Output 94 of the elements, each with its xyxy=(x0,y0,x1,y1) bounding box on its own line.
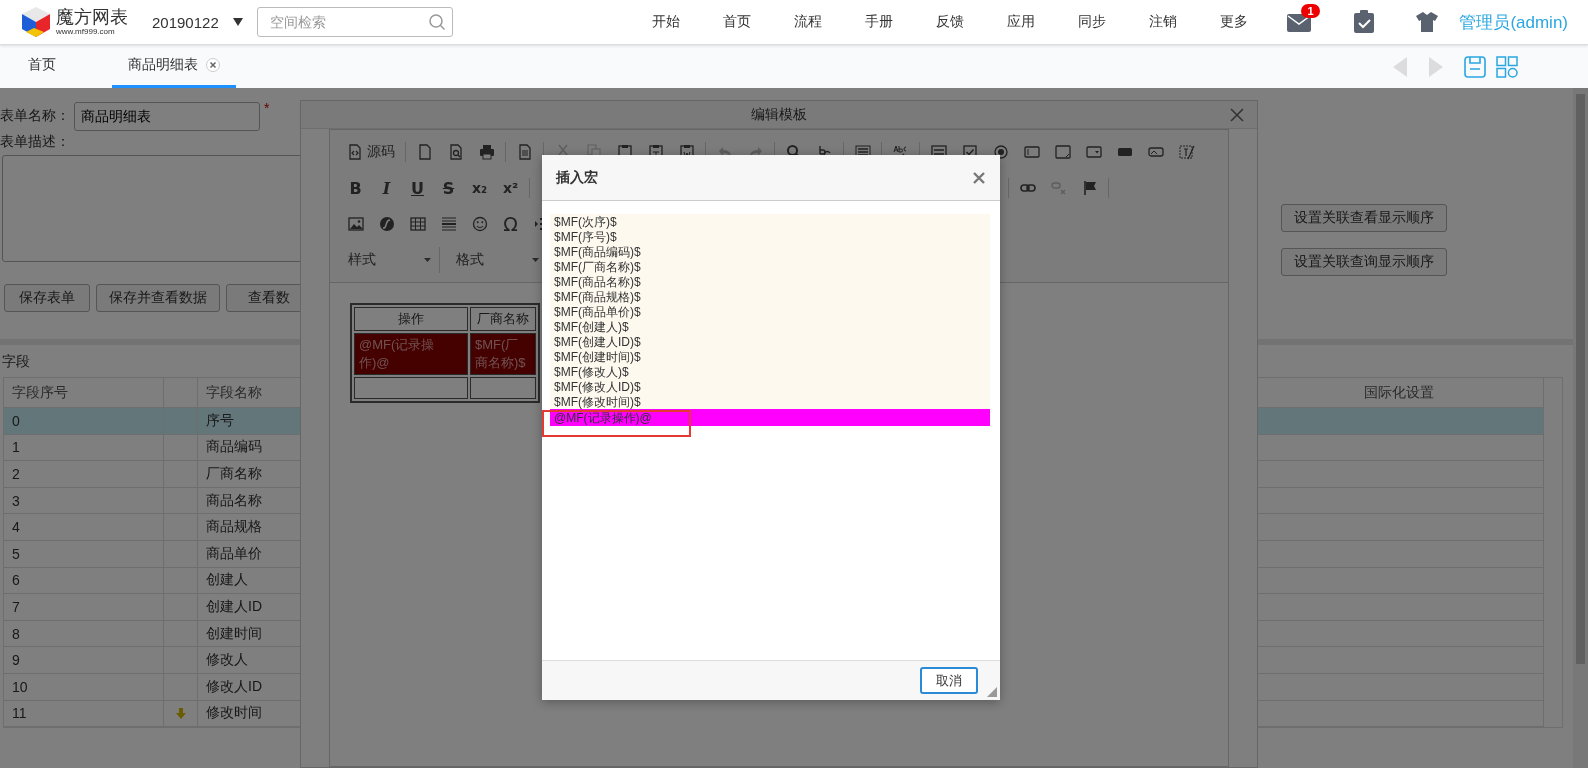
order-button[interactable]: 设置关联查看显示顺序 xyxy=(1281,204,1447,232)
mail-icon[interactable] xyxy=(1287,13,1312,33)
search-input[interactable]: 空间检索 xyxy=(267,13,446,31)
close-icon[interactable] xyxy=(1229,107,1245,123)
order-button[interactable]: 设置关联查询显示顺序 xyxy=(1281,248,1447,276)
table-cell: 0 xyxy=(4,408,164,435)
underline-button[interactable]: U xyxy=(402,175,433,201)
dialog-title: 编辑模板 xyxy=(751,105,807,124)
italic-button[interactable]: I xyxy=(371,175,402,201)
table-cell: 9 xyxy=(4,647,164,674)
special-character-button[interactable]: Ω xyxy=(495,211,526,237)
shirt-icon[interactable] xyxy=(1415,11,1440,33)
tab[interactable]: 首页 xyxy=(12,45,72,88)
image-button-icon[interactable] xyxy=(1147,144,1164,160)
page-search-icon[interactable] xyxy=(447,144,464,160)
smiley-icon[interactable] xyxy=(471,216,488,232)
table-cell: 6 xyxy=(4,567,164,595)
macro-item[interactable]: $MF(序号)$ xyxy=(550,229,990,244)
macro-item[interactable]: $MF(修改人)$ xyxy=(550,364,990,379)
form-name-label: 表单名称： xyxy=(0,107,70,125)
nav-link[interactable]: 首页 xyxy=(701,13,773,31)
notification-badge: 1 xyxy=(1301,4,1320,18)
blank-page-icon[interactable] xyxy=(416,144,433,160)
save-icon[interactable] xyxy=(1464,55,1486,78)
macro-item[interactable]: $MF(厂商名称)$ xyxy=(550,259,990,274)
nav-link[interactable]: 流程 xyxy=(772,13,844,31)
flag-icon[interactable] xyxy=(1081,180,1098,196)
resize-grip-icon[interactable] xyxy=(987,687,997,697)
macro-item[interactable]: $MF(创建时间)$ xyxy=(550,349,990,364)
nav-link[interactable]: 应用 xyxy=(985,13,1057,31)
table-header: 操作 xyxy=(354,307,468,331)
macro-item[interactable]: $MF(创建人ID)$ xyxy=(550,334,990,349)
printer-icon[interactable] xyxy=(478,144,495,160)
clipboard-check-icon[interactable] xyxy=(1353,10,1376,34)
flash-icon[interactable] xyxy=(378,216,395,232)
nav-link[interactable]: 反馈 xyxy=(914,13,986,31)
superscript-button[interactable]: x² xyxy=(495,175,526,201)
horizontal-rule-icon[interactable] xyxy=(440,216,457,232)
radio-icon[interactable] xyxy=(992,144,1009,160)
caret-icon[interactable] xyxy=(232,18,243,26)
logo-url: www.mf999.com xyxy=(56,28,116,36)
table-cell: 2 xyxy=(4,461,164,488)
table-cell: 10 xyxy=(4,673,164,701)
macro-cell: @MF(记录操作)@ xyxy=(354,333,468,376)
table-cell: 4 xyxy=(4,514,164,541)
form-button[interactable]: 保存并查看数据 xyxy=(96,284,220,312)
macro-item[interactable]: $MF(修改人ID)$ xyxy=(550,379,990,394)
table-cell: 8 xyxy=(4,620,164,648)
scrollbar[interactable] xyxy=(1573,88,1588,768)
macro-item[interactable]: $MF(商品规格)$ xyxy=(550,289,990,304)
format-dropdown[interactable]: 样式 xyxy=(340,247,440,273)
logo-title: 魔方网表 xyxy=(56,8,128,26)
grid-icon[interactable] xyxy=(1496,55,1518,78)
subscript-button[interactable]: x₂ xyxy=(464,175,495,201)
document-icon[interactable] xyxy=(516,144,533,160)
table-icon[interactable] xyxy=(409,216,426,232)
source-button[interactable]: 源码 xyxy=(340,139,402,165)
cancel-button[interactable]: 取消 xyxy=(920,667,978,694)
nav-link[interactable]: 手册 xyxy=(843,13,915,31)
form-name-field[interactable]: 商品明细表 xyxy=(74,102,260,131)
dropdown-icon[interactable] xyxy=(1085,144,1102,160)
table-cell: 11 xyxy=(4,700,164,728)
nav-link[interactable]: 同步 xyxy=(1056,13,1128,31)
text-area-icon[interactable] xyxy=(1054,144,1071,160)
macro-item[interactable]: $MF(创建人)$ xyxy=(550,319,990,334)
hidden-field-icon[interactable] xyxy=(1178,144,1195,160)
macro-item[interactable]: @MF(记录操作)@ xyxy=(550,409,990,426)
search-field[interactable]: 空间检索 xyxy=(256,7,453,37)
form-description-label: 表单描述： xyxy=(0,133,70,151)
nav-link[interactable]: 更多 xyxy=(1198,13,1270,31)
macro-item[interactable]: $MF(商品编码)$ xyxy=(550,244,990,259)
table-cell: 3 xyxy=(4,487,164,515)
space-selector[interactable]: 20190122 xyxy=(152,13,219,31)
required-mark: * xyxy=(264,100,270,116)
bold-button[interactable]: B xyxy=(340,175,371,201)
form-button[interactable]: 保存表单 xyxy=(4,284,90,312)
table-header: 厂商名称 xyxy=(470,307,536,331)
table-cell: 1 xyxy=(4,434,164,462)
macro-item[interactable]: $MF(商品名称)$ xyxy=(550,274,990,289)
source-code-icon xyxy=(347,144,363,160)
nav-link[interactable]: 开始 xyxy=(630,13,702,31)
text-field-icon[interactable] xyxy=(1023,144,1040,160)
dialog-title: 插入宏 xyxy=(556,168,598,187)
table-cell: 7 xyxy=(4,594,164,621)
close-icon[interactable] xyxy=(972,170,986,185)
section-title: 字段 xyxy=(1,352,30,371)
image-icon[interactable] xyxy=(347,216,364,232)
macro-item[interactable]: $MF(商品单价)$ xyxy=(550,304,990,319)
strikethrough-button[interactable]: S xyxy=(433,175,464,201)
nav-link[interactable]: 注销 xyxy=(1127,13,1199,31)
macro-item[interactable]: $MF(次序)$ xyxy=(550,214,990,229)
macro-item[interactable]: $MF(修改时间)$ xyxy=(550,394,990,409)
macro-cell: $MF(厂商名称)$ xyxy=(470,333,536,376)
table-cell: 5 xyxy=(4,540,164,568)
